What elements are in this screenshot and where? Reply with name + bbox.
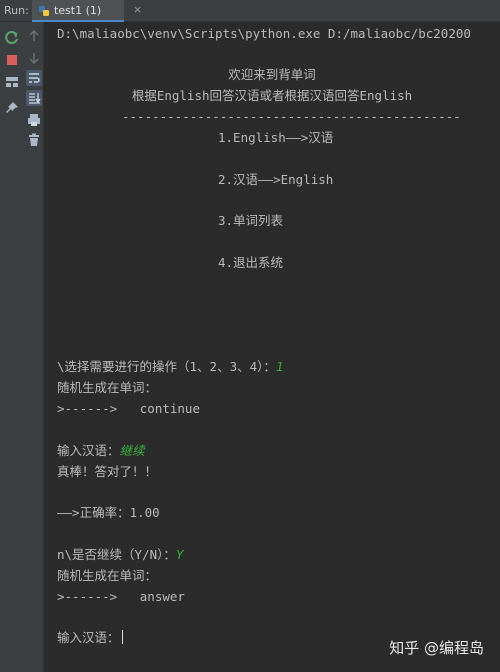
up-arrow-icon[interactable] — [26, 28, 42, 44]
menu-item-2: 2.汉语——>English — [218, 172, 334, 187]
pin-icon[interactable] — [4, 100, 20, 116]
continue-prompt: n\是否继续（Y/N）： — [57, 547, 176, 562]
answer-prompt-line-2[interactable]: 输入汉语： — [57, 630, 123, 646]
welcome-line: 欢迎来到背单词 — [228, 67, 316, 82]
print-icon[interactable] — [26, 112, 42, 128]
trash-icon[interactable] — [26, 132, 42, 148]
stop-icon[interactable] — [4, 52, 20, 68]
run-tab-test1[interactable]: test1 (1) × — [32, 0, 142, 22]
answer-prompt-2: 输入汉语： — [57, 630, 120, 645]
gen-word-line-1: 随机生成在单词： — [57, 380, 158, 395]
word-line-1: >------> continue — [57, 401, 200, 416]
accuracy-line: ——>正确率：1.00 — [57, 505, 160, 520]
run-toolbar — [0, 22, 44, 672]
answer-prompt-line-1: 输入汉语：继续 — [57, 443, 145, 459]
run-tab-bar: Run: test1 (1) × — [0, 0, 500, 22]
layout-icon[interactable] — [4, 74, 20, 90]
correct-message: 真棒！答对了！！ — [57, 464, 158, 479]
select-prompt: \选择需要进行的操作（1、2、3、4）： — [57, 359, 276, 374]
answer-input-1: 继续 — [119, 443, 145, 458]
soft-wrap-icon[interactable] — [26, 70, 42, 86]
run-tab-title: test1 (1) — [54, 4, 102, 17]
close-icon[interactable]: × — [133, 3, 142, 16]
select-input: 1 — [275, 359, 284, 374]
gen-word-line-2: 随机生成在单词： — [57, 568, 158, 583]
watermark: 知乎 @编程岛 — [389, 639, 484, 657]
answer-prompt-1: 输入汉语： — [57, 443, 120, 458]
word-line-2: >------> answer — [57, 589, 185, 604]
command-line: D:\maliaobc\venv\Scripts\python.exe D:/m… — [57, 26, 471, 41]
continue-prompt-line: n\是否继续（Y/N）：Y — [57, 547, 183, 563]
select-prompt-line: \选择需要进行的操作（1、2、3、4）：1 — [57, 359, 283, 375]
down-arrow-icon[interactable] — [26, 50, 42, 66]
continue-input: Y — [175, 547, 184, 562]
run-label: Run: — [4, 4, 29, 17]
scroll-to-end-icon[interactable] — [26, 90, 42, 106]
menu-item-4: 4.退出系统 — [218, 255, 284, 270]
python-icon — [39, 6, 49, 16]
console-output[interactable]: D:\maliaobc\venv\Scripts\python.exe D:/m… — [44, 22, 500, 672]
menu-item-3: 3.单词列表 — [218, 213, 284, 228]
menu-item-1: 1.English——>汉语 — [218, 130, 334, 145]
text-caret — [121, 630, 123, 644]
rerun-icon[interactable] — [4, 30, 20, 46]
instructions-line: 根据English回答汉语或者根据汉语回答English — [131, 88, 413, 103]
divider-line: ----------------------------------------… — [122, 109, 461, 124]
